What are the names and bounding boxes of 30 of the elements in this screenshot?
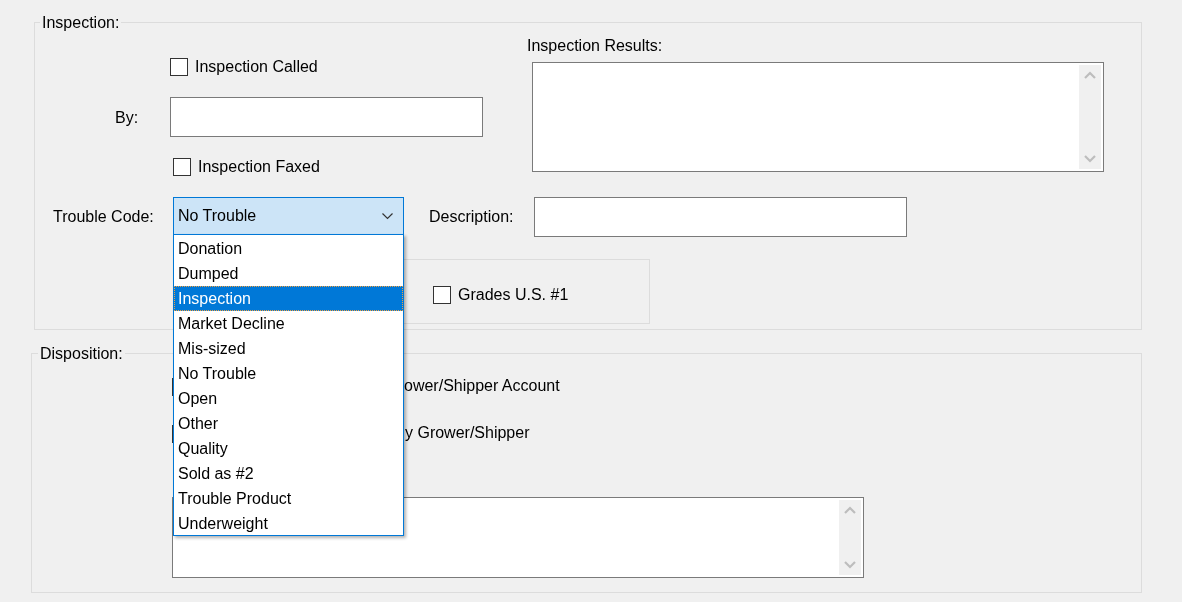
checkbox-label: y Grower/Shipper [405, 423, 530, 443]
dropdown-option[interactable]: Mis-sized [174, 336, 403, 361]
checkbox-label: Inspection Called [195, 57, 318, 77]
dropdown-option[interactable]: No Trouble [174, 361, 403, 386]
field-label: By: [115, 108, 139, 128]
dropdown-option[interactable]: Donation [174, 236, 403, 261]
dropdown-option[interactable]: Other [174, 411, 403, 436]
description-field[interactable] [534, 197, 907, 237]
checkbox-label: Inspection Faxed [198, 157, 320, 177]
group-legend: Inspection: [40, 13, 122, 33]
checkbox[interactable] [173, 158, 191, 176]
checkbox-label: ower/Shipper Account [404, 376, 560, 396]
dropdown-option[interactable]: Market Decline [174, 311, 403, 336]
dropdown-option[interactable]: Trouble Product [174, 486, 403, 511]
checkbox[interactable] [170, 58, 188, 76]
field-label: Description: [429, 207, 514, 227]
checkbox[interactable] [433, 286, 451, 304]
field-label: Inspection Results: [527, 36, 663, 56]
by-field[interactable] [170, 97, 483, 137]
checkbox-label: Grades U.S. #1 [458, 285, 569, 305]
field-label: Trouble Code: [53, 207, 154, 227]
dropdown-option[interactable]: Open [174, 386, 403, 411]
caret-icon [382, 212, 393, 220]
dropdown-option[interactable]: Inspection [174, 286, 403, 311]
dropdown-option[interactable]: Quality [174, 436, 403, 461]
dropdown-option[interactable]: Sold as #2 [174, 461, 403, 486]
dropdown-option[interactable]: Dumped [174, 261, 403, 286]
group-legend: Disposition: [38, 344, 125, 364]
trouble-code-dropdown[interactable]: No Trouble [173, 197, 404, 235]
dropdown-option[interactable]: Underweight [174, 511, 403, 536]
